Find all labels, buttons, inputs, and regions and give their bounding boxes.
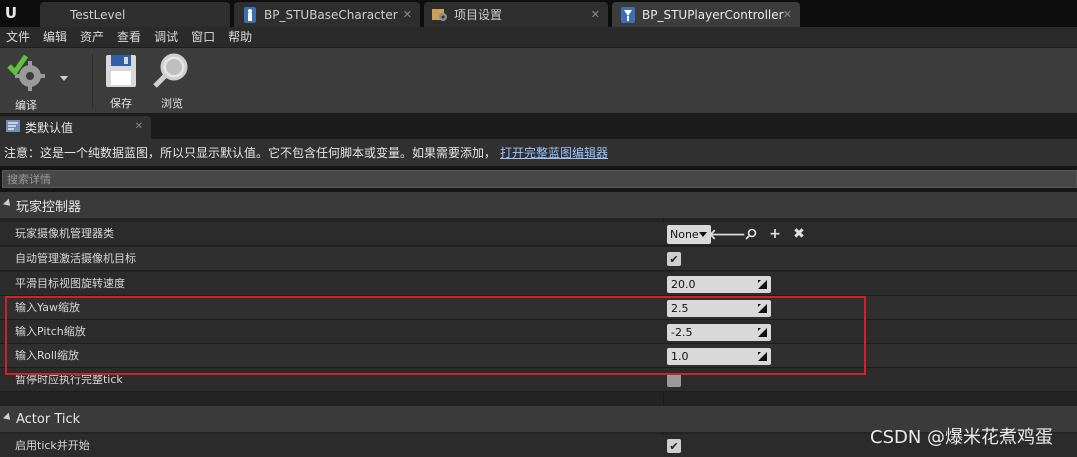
- open-full-editor-link[interactable]: 打开完整蓝图编辑器: [500, 144, 608, 161]
- menu-file[interactable]: 文件: [0, 27, 37, 47]
- unreal-logo-icon: U: [4, 4, 18, 22]
- class-defaults-icon: [6, 120, 20, 135]
- property-value: ✔: [667, 247, 681, 271]
- character-blueprint-icon: [242, 6, 258, 23]
- use-selected-arrow-icon[interactable]: 🡐: [708, 226, 746, 243]
- panel-tab-strip: 类默认值 ✕: [0, 113, 1077, 139]
- property-label: 玩家摄像机管理器类: [15, 227, 114, 240]
- save-label: 保存: [110, 97, 132, 110]
- settings-icon: [432, 7, 448, 23]
- property-label: 输入Roll缩放: [15, 349, 79, 362]
- data-only-notice: 注意：这是一个纯数据蓝图，所以只显示默认值。它不包含任何脚本或变量。如果需要添加…: [0, 139, 1077, 166]
- level-icon: [48, 7, 64, 23]
- property-label: 输入Yaw缩放: [15, 301, 80, 314]
- property-row-tick-when-paused: 暂停时应执行完整tick: [0, 368, 1077, 392]
- property-value: 1.0: [667, 344, 771, 368]
- property-value: None 🡐 + ✖: [667, 222, 807, 246]
- property-row-input-roll: 输入Roll缩放 1.0: [0, 344, 1077, 368]
- save-button[interactable]: 保存: [104, 52, 138, 111]
- tab-label: 项目设置: [454, 8, 503, 22]
- property-label: 自动管理激活摄像机目标: [15, 252, 136, 265]
- property-label: 平滑目标视图旋转速度: [15, 277, 125, 290]
- controller-blueprint-icon: [620, 6, 636, 23]
- tab-base-character[interactable]: BP_STUBaseCharacter ✕: [234, 2, 420, 27]
- tab-label: BP_STUBaseCharacter: [264, 7, 398, 22]
- number-value: 1.0: [671, 349, 689, 363]
- property-row-auto-manage-camera: 自动管理激活摄像机目标 ✔: [0, 247, 1077, 271]
- checkbox-checked[interactable]: ✔: [667, 439, 681, 453]
- compile-button[interactable]: 编译: [6, 52, 46, 113]
- property-value: ✔: [667, 434, 681, 457]
- menu-asset[interactable]: 资产: [74, 27, 111, 47]
- magnifier-icon: [152, 52, 192, 93]
- drag-handle-icon[interactable]: [758, 327, 767, 337]
- browse-label: 浏览: [161, 97, 183, 110]
- number-value: 20.0: [671, 277, 696, 291]
- tab-class-defaults[interactable]: 类默认值 ✕: [0, 116, 151, 139]
- combo-value: None: [670, 227, 699, 241]
- browse-magnifier-icon[interactable]: [743, 226, 759, 242]
- clear-x-icon[interactable]: ✖: [791, 226, 807, 242]
- save-icon: [104, 52, 138, 93]
- menu-bar: 文件 编辑 资产 查看 调试 窗口 帮助: [0, 27, 1077, 47]
- add-plus-icon[interactable]: +: [767, 226, 783, 242]
- tab-project-settings[interactable]: 项目设置 ✕: [424, 2, 608, 27]
- close-icon[interactable]: ✕: [591, 8, 600, 21]
- property-row-input-pitch: 输入Pitch缩放 -2.5: [0, 320, 1077, 344]
- number-value: -2.5: [671, 325, 693, 339]
- property-label: 暂停时应执行完整tick: [15, 373, 123, 386]
- compile-icon: [6, 52, 46, 95]
- property-value: [667, 368, 681, 392]
- property-value: 20.0: [667, 272, 771, 296]
- search-bar: [2, 170, 1077, 188]
- class-picker-combo[interactable]: None: [667, 224, 711, 244]
- chevron-down-icon[interactable]: [60, 76, 68, 81]
- close-icon[interactable]: ✕: [783, 8, 792, 21]
- panel-tab-label: 类默认值: [25, 121, 74, 135]
- property-label: 输入Pitch缩放: [15, 325, 86, 338]
- number-field[interactable]: 2.5: [667, 299, 771, 317]
- number-value: 2.5: [671, 301, 689, 315]
- menu-help[interactable]: 帮助: [222, 27, 259, 47]
- property-label: 启用tick并开始: [15, 439, 90, 452]
- drag-handle-icon[interactable]: [758, 351, 767, 361]
- category-player-controller[interactable]: 玩家控制器: [0, 192, 1077, 218]
- checkbox-checked[interactable]: ✔: [667, 252, 681, 266]
- tab-label: BP_STUPlayerController: [642, 7, 784, 22]
- browse-button[interactable]: 浏览: [152, 52, 192, 111]
- search-input[interactable]: [3, 171, 1076, 187]
- menu-window[interactable]: 窗口: [185, 27, 222, 47]
- property-row-smooth-rotation: 平滑目标视图旋转速度 20.0: [0, 272, 1077, 296]
- close-icon[interactable]: ✕: [135, 121, 143, 132]
- menu-debug[interactable]: 调试: [148, 27, 185, 47]
- property-value: -2.5: [667, 320, 771, 344]
- property-row-input-yaw: 输入Yaw缩放 2.5: [0, 296, 1077, 320]
- menu-view[interactable]: 查看: [111, 27, 148, 47]
- tab-bar: U TestLevel BP_STUBaseCharacter ✕ 项目设置 ✕…: [0, 0, 1077, 27]
- tab-label: TestLevel: [70, 7, 126, 22]
- toolbar-divider: [92, 54, 93, 108]
- close-icon[interactable]: ✕: [403, 8, 412, 21]
- expand-arrow-icon: [3, 198, 13, 209]
- notice-text: 注意：这是一个纯数据蓝图，所以只显示默认值。它不包含任何脚本或变量。如果需要添加…: [4, 146, 497, 160]
- drag-handle-icon[interactable]: [758, 279, 767, 289]
- toolbar: 编译 保存 浏览: [0, 47, 1077, 113]
- category-label: 玩家控制器: [16, 199, 82, 215]
- property-value: 2.5: [667, 296, 771, 320]
- property-row-camera-manager: 玩家摄像机管理器类 None 🡐 + ✖: [0, 222, 1077, 246]
- checkbox-unchecked[interactable]: [667, 373, 681, 387]
- category-label: Actor Tick: [16, 411, 81, 427]
- number-field[interactable]: -2.5: [667, 323, 771, 341]
- number-field[interactable]: 20.0: [667, 275, 771, 293]
- compile-label: 编译: [15, 99, 37, 112]
- number-field[interactable]: 1.0: [667, 347, 771, 365]
- menu-edit[interactable]: 编辑: [37, 27, 74, 47]
- drag-handle-icon[interactable]: [758, 303, 767, 313]
- expand-arrow-icon: [3, 412, 13, 423]
- watermark: CSDN @爆米花煮鸡蛋: [870, 427, 1054, 448]
- tab-testlevel[interactable]: TestLevel: [40, 2, 230, 27]
- chevron-down-icon: [699, 231, 707, 237]
- details-panel: 玩家控制器 玩家摄像机管理器类 None 🡐 + ✖ 自动管理激活摄像机目标 ✔…: [0, 192, 1077, 457]
- tab-player-controller[interactable]: BP_STUPlayerController ✕: [612, 2, 800, 27]
